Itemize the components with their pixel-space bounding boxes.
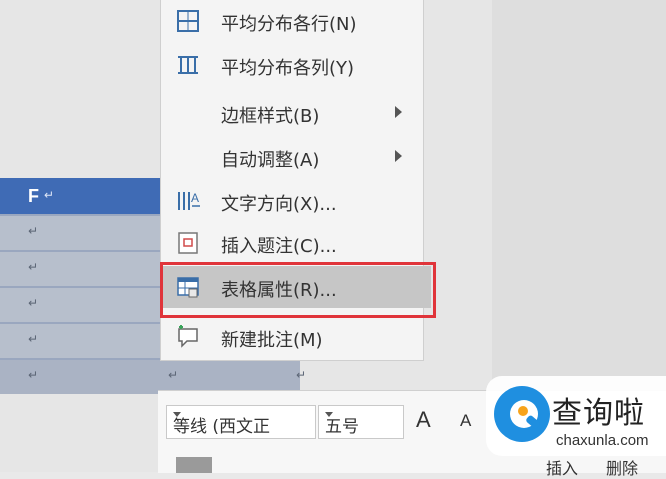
paragraph-mark: ↵ [28, 332, 39, 346]
watermark-title: 查询啦 [552, 396, 645, 431]
menu-item-autofit[interactable]: 自动调整(A) [161, 136, 423, 178]
paragraph-mark: ↵ [44, 188, 55, 202]
table-row[interactable]: ↵ ↵ ↵ [0, 358, 306, 394]
highlight-annotation-box [160, 262, 436, 318]
bold-button[interactable] [176, 457, 212, 473]
menu-item-label: 边框样式(B) [221, 106, 320, 127]
font-size-select[interactable]: 五号 [318, 405, 404, 439]
menu-item-insert-caption[interactable]: 插入题注(C)... [161, 222, 423, 264]
chevron-down-icon [173, 412, 181, 417]
menu-item-new-comment[interactable]: 新建批注(M) [161, 316, 423, 358]
menu-item-label: 插入题注(C)... [221, 236, 337, 257]
menu-item-label: 平均分布各列(Y) [221, 58, 355, 79]
menu-item-label: 新建批注(M) [221, 330, 323, 351]
grow-font-button[interactable]: A [416, 407, 431, 433]
svg-text:A: A [191, 191, 199, 205]
shrink-font-button[interactable]: A [460, 411, 471, 431]
column-letter: F [28, 186, 39, 206]
table-row[interactable]: ↵ [0, 250, 160, 286]
paragraph-mark: ↵ [28, 260, 39, 274]
font-name-select[interactable]: 等线 (西文正 [166, 405, 316, 439]
menu-item-distribute-rows[interactable]: 平均分布各行(N) [161, 0, 423, 42]
paragraph-mark: ↵ [28, 224, 39, 238]
text-direction-icon: A [178, 191, 200, 210]
paragraph-mark: ↵ [168, 368, 179, 382]
menu-item-distribute-columns[interactable]: 平均分布各列(Y) [161, 44, 423, 86]
menu-item-label: 平均分布各行(N) [221, 14, 357, 35]
menu-item-text-direction[interactable]: A 文字方向(X)... [161, 180, 423, 222]
distribute-columns-icon [178, 56, 198, 74]
new-comment-icon [178, 325, 198, 348]
table-header-cell[interactable]: F ↵ [0, 178, 160, 214]
font-name-value: 等线 (西文正 [173, 417, 271, 437]
distribute-rows-icon [177, 10, 199, 32]
magnifier-logo-icon [494, 386, 550, 442]
submenu-arrow-icon [395, 106, 402, 118]
watermark-subtitle: chaxunla.com [556, 432, 649, 449]
table-row[interactable]: ↵ [0, 214, 160, 250]
menu-item-label: 文字方向(X)... [221, 194, 337, 215]
submenu-arrow-icon [395, 150, 402, 162]
table-row[interactable]: ↵ [0, 286, 160, 322]
paragraph-mark: ↵ [28, 368, 39, 382]
menu-item-border-styles[interactable]: 边框样式(B) [161, 92, 423, 134]
table-row[interactable]: ↵ [0, 322, 160, 358]
chevron-down-icon [325, 412, 333, 417]
menu-item-label: 自动调整(A) [221, 150, 320, 171]
insert-caption-icon [178, 232, 198, 254]
watermark-logo: 查询啦 chaxunla.com [486, 376, 666, 472]
paragraph-mark: ↵ [28, 296, 39, 310]
paragraph-mark: ↵ [296, 368, 307, 382]
